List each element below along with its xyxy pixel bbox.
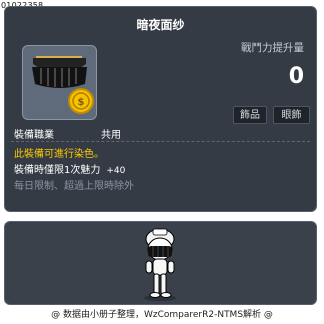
svg-text:$: $ [78, 97, 85, 108]
item-title: 暗夜面纱 [136, 18, 185, 32]
category-tag: 飾品 [233, 106, 267, 124]
limit-note: 每日限制、超過上限時除外 [14, 181, 134, 192]
stat-value: +40 [106, 166, 126, 176]
preview-panel [4, 221, 317, 305]
item-icon-frame: $ [22, 45, 97, 120]
divider [11, 141, 310, 142]
item-tooltip: 暗夜面纱 $ 戰鬥力提升量 0 飾品 眼飾 裝備職業 共用 此裝備可進行染色。 … [4, 6, 317, 212]
dye-note: 此裝備可進行染色。 [14, 149, 104, 160]
job-value: 共用 [101, 130, 121, 141]
job-label: 裝備職業 [14, 130, 54, 141]
stat-line: 裝備時僅限1次魅力 +40 [14, 161, 125, 176]
power-value: 0 [288, 64, 304, 89]
equip-slot-tag: 眼飾 [273, 106, 310, 124]
footer-credit: @ 数据由小册子整理，WzComparerR2-NTMS解析 @ [51, 310, 273, 320]
power-label: 戰鬥力提升量 [241, 42, 304, 54]
item-icon: $ [32, 56, 94, 114]
stat-label: 裝備時僅限1次魅力 [14, 165, 101, 176]
character-preview [144, 228, 176, 301]
